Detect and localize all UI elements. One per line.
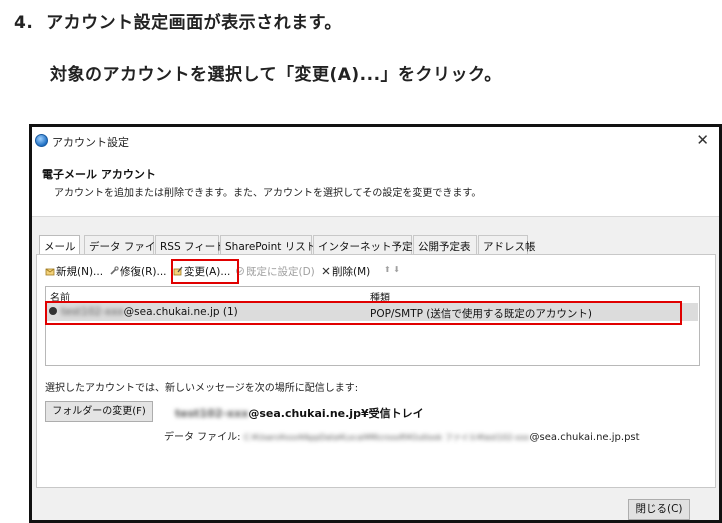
data-file-suffix: @sea.chukai.ne.jp.pst (529, 432, 640, 443)
tab-internet-calendars[interactable]: インターネット予定表 (313, 235, 423, 254)
move-arrows[interactable]: ⬆ ⬇ (384, 265, 400, 274)
tab-address-books[interactable]: アドレス帳 (478, 235, 536, 254)
deliver-location-path: @sea.chukai.ne.jp¥受信トレイ (248, 407, 424, 420)
account-list: 名前 種類 test102-xxx@sea.chukai.ne.jp (1) P… (45, 286, 700, 366)
new-button[interactable]: 新規(N)... (45, 264, 103, 279)
remove-label: 削除(M) (332, 266, 371, 278)
close-button[interactable]: 閉じる(C) (628, 499, 690, 520)
header-title: 電子メール アカウント (42, 168, 156, 181)
repair-label: 修復(R)... (120, 266, 167, 278)
tab-data-files[interactable]: データ ファイル (84, 235, 166, 254)
outlook-app-icon (35, 134, 48, 147)
data-file: データ ファイル: C:¥Users¥xxx¥AppData¥Local¥Mic… (164, 428, 640, 443)
tab-mail[interactable]: メール (39, 235, 80, 255)
title-bar: アカウント設定 ✕ (32, 127, 719, 157)
header-panel: 電子メール アカウント アカウントを追加または削除できます。また、アカウントを選… (32, 157, 719, 217)
header-description: アカウントを追加または削除できます。また、アカウントを選択してその設定を変更でき… (54, 188, 482, 199)
repair-button[interactable]: 修復(R)... (109, 264, 167, 279)
new-label: 新規(N)... (56, 266, 104, 278)
tab-rss-feeds[interactable]: RSS フィード (155, 235, 226, 254)
account-settings-dialog: アカウント設定 ✕ 電子メール アカウント アカウントを追加または削除できます。… (29, 124, 722, 523)
remove-icon (322, 267, 330, 275)
deliver-location-redacted: test102-xxx (175, 407, 249, 420)
remove-button[interactable]: 削除(M) (321, 264, 370, 279)
tab-published-calendars[interactable]: 公開予定表 (413, 235, 477, 254)
account-row-highlight (45, 301, 682, 325)
dialog-title: アカウント設定 (52, 136, 129, 149)
new-account-icon (45, 268, 55, 276)
step-title: 4. アカウント設定画面が表示されます。 (14, 13, 342, 33)
repair-icon (110, 266, 119, 275)
tab-sharepoint-lists[interactable]: SharePoint リスト (220, 235, 316, 254)
step-detail: 対象のアカウントを選択して「変更(A)...」をクリック。 (50, 65, 502, 85)
data-file-label: データ ファイル: (164, 432, 244, 443)
mail-tab-panel: 新規(N)... 修復(R)... 変更(A)... 既定に設定(D) 削除(M… (36, 254, 716, 488)
change-button-highlight (171, 259, 239, 284)
deliver-label: 選択したアカウントでは、新しいメッセージを次の場所に配信します: (45, 383, 359, 394)
change-folder-button[interactable]: フォルダーの変更(F) (45, 401, 153, 422)
data-file-redacted: C:¥Users¥xxx¥AppData¥Local¥Microsoft¥Out… (243, 433, 530, 442)
set-default-button[interactable]: 既定に設定(D) (235, 264, 315, 279)
set-default-label: 既定に設定(D) (246, 266, 315, 278)
close-icon[interactable]: ✕ (696, 131, 709, 149)
deliver-location: test102-xxx@sea.chukai.ne.jp¥受信トレイ (175, 405, 424, 421)
